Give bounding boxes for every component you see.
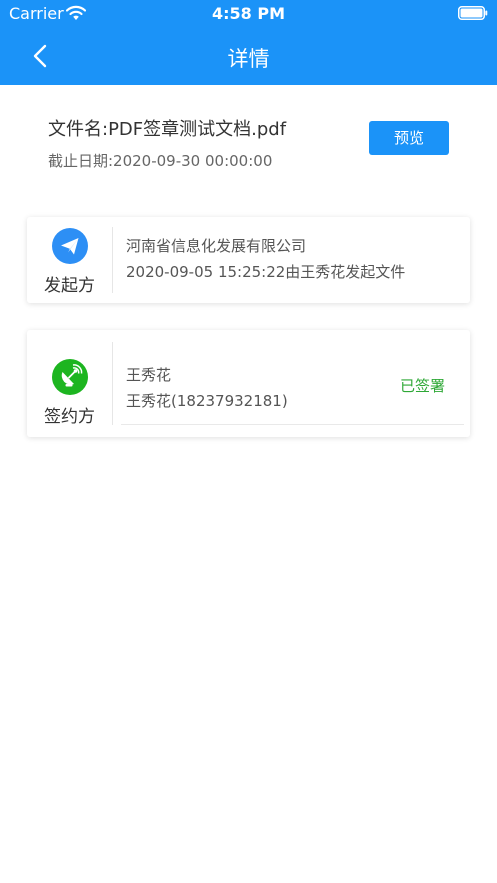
signer-side: 签约方 <box>27 330 112 437</box>
divider <box>112 227 113 293</box>
initiator-card: 发起方 河南省信息化发展有限公司 2020-09-05 15:25:22由王秀花… <box>27 217 470 303</box>
signed-status: 已签署 <box>400 377 446 395</box>
satellite-dish-icon <box>52 359 88 395</box>
deadline-text: 截止日期:2020-09-30 00:00:00 <box>48 152 273 170</box>
initiator-detail: 2020-09-05 15:25:22由王秀花发起文件 <box>126 263 406 281</box>
paper-plane-icon <box>52 228 88 264</box>
battery-icon <box>458 6 488 20</box>
header: Carrier 4:58 PM 详情 <box>0 0 497 85</box>
file-name: 文件名:PDF签章测试文档.pdf <box>48 119 287 140</box>
row-divider <box>121 424 464 425</box>
nav-bar: 详情 <box>0 28 497 85</box>
initiator-side: 发起方 <box>27 217 112 303</box>
clock: 4:58 PM <box>211 4 285 23</box>
signer-label: 签约方 <box>44 407 95 427</box>
initiator-company: 河南省信息化发展有限公司 <box>126 237 307 255</box>
page-title: 详情 <box>227 47 270 71</box>
preview-button[interactable]: 预览 <box>369 121 449 155</box>
signer-name: 王秀花 <box>126 366 172 384</box>
signer-detail: 王秀花(18237932181) <box>126 392 288 410</box>
status-bar: Carrier 4:58 PM <box>0 0 497 28</box>
signer-card: 签约方 王秀花 王秀花(18237932181) 已签署 <box>27 330 470 437</box>
divider <box>112 342 113 425</box>
initiator-label: 发起方 <box>44 276 95 296</box>
